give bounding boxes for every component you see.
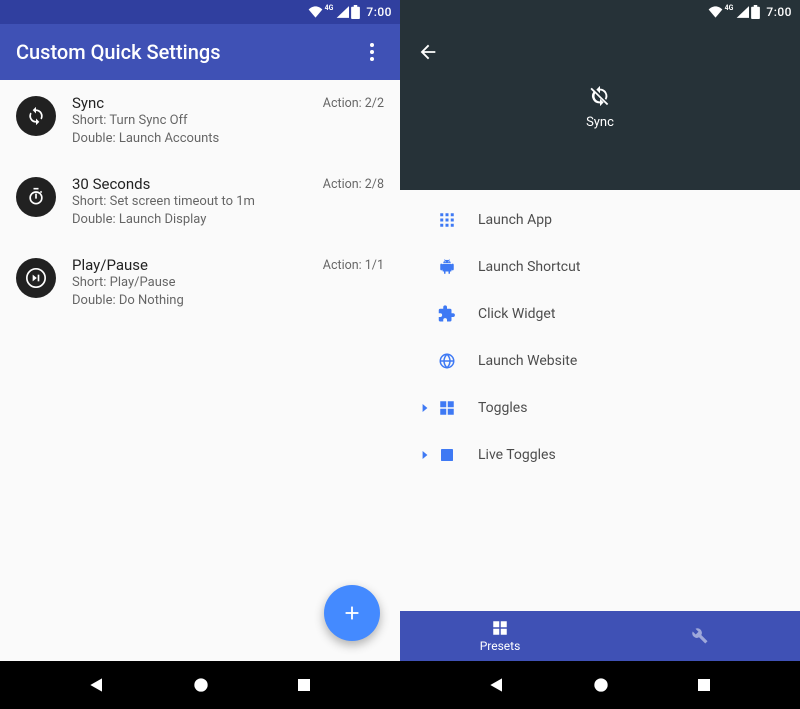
expand-icon (416, 451, 434, 459)
battery-icon (751, 5, 760, 19)
app-bar: Custom Quick Settings (0, 24, 400, 80)
status-bar: 4G 7:00 (0, 0, 400, 24)
tile-preview-label: Sync (586, 115, 614, 130)
expand-icon (416, 404, 434, 412)
nav-back-button[interactable] (487, 675, 507, 695)
tile-title: Play/Pause (72, 256, 315, 274)
tab-tools[interactable] (600, 611, 800, 661)
nav-home-button[interactable] (191, 675, 211, 695)
tile-short: Short: Turn Sync Off (72, 112, 315, 130)
play-pause-icon (16, 258, 56, 298)
action-label: Launch Website (478, 353, 577, 369)
overflow-menu-button[interactable] (356, 36, 388, 68)
tile-title: 30 Seconds (72, 175, 315, 193)
tab-presets[interactable]: Presets (400, 611, 600, 661)
network-type: 4G (325, 5, 334, 12)
screen-tile-list: 4G 7:00 Custom Quick Settings Sync (0, 0, 400, 709)
plus-icon (341, 602, 363, 624)
back-button[interactable] (412, 36, 444, 68)
sync-disabled-icon (589, 85, 611, 107)
film-icon (434, 446, 460, 464)
tile-preview-header: Sync (400, 24, 800, 190)
wifi-icon (708, 6, 723, 18)
action-category-list: Launch App Launch Shortcut Click Widget (400, 190, 800, 611)
navigation-bar (0, 661, 400, 709)
action-label: Launch App (478, 212, 552, 228)
battery-icon (351, 5, 360, 19)
extension-icon (434, 305, 460, 323)
status-clock: 7:00 (766, 5, 792, 19)
tile-action-count: Action: 1/1 (323, 258, 384, 273)
status-clock: 7:00 (366, 5, 392, 19)
globe-icon (434, 352, 460, 370)
sync-icon (16, 96, 56, 136)
tile-action-count: Action: 2/2 (323, 96, 384, 111)
tile-short: Short: Play/Pause (72, 274, 315, 292)
add-tile-fab[interactable] (324, 585, 380, 641)
action-launch-shortcut[interactable]: Launch Shortcut (400, 243, 800, 290)
bottom-tabs: Presets (400, 611, 800, 661)
status-bar: 4G 7:00 (400, 0, 800, 24)
app-title: Custom Quick Settings (16, 40, 356, 64)
more-vert-icon (370, 43, 374, 61)
tile-row[interactable]: 30 Seconds Short: Set screen timeout to … (0, 161, 400, 242)
tile-list: Sync Short: Turn Sync Off Double: Launch… (0, 80, 400, 661)
signal-icon (336, 6, 349, 18)
arrow-back-icon (417, 41, 439, 63)
action-toggles[interactable]: Toggles (400, 384, 800, 431)
nav-back-button[interactable] (87, 675, 107, 695)
tile-row[interactable]: Sync Short: Turn Sync Off Double: Launch… (0, 80, 400, 161)
nav-home-button[interactable] (591, 675, 611, 695)
nav-recents-button[interactable] (295, 676, 313, 694)
network-type: 4G (725, 5, 734, 12)
grid-icon (491, 619, 509, 637)
action-label: Live Toggles (478, 447, 556, 463)
grid-icon (434, 399, 460, 417)
action-label: Click Widget (478, 306, 555, 322)
action-live-toggles[interactable]: Live Toggles (400, 431, 800, 478)
tile-double: Double: Launch Display (72, 211, 315, 229)
action-click-widget[interactable]: Click Widget (400, 290, 800, 337)
navigation-bar (400, 661, 800, 709)
tile-row[interactable]: Play/Pause Short: Play/Pause Double: Do … (0, 242, 400, 323)
screen-action-picker: 4G 7:00 Sync (400, 0, 800, 709)
tile-action-count: Action: 2/8 (323, 177, 384, 192)
wrench-icon (691, 627, 709, 645)
apps-icon (434, 211, 460, 229)
tile-title: Sync (72, 94, 315, 112)
action-label: Launch Shortcut (478, 259, 580, 275)
tab-label: Presets (480, 639, 521, 653)
tile-double: Double: Launch Accounts (72, 130, 315, 148)
signal-icon (736, 6, 749, 18)
action-label: Toggles (478, 400, 527, 416)
action-launch-website[interactable]: Launch Website (400, 337, 800, 384)
nav-recents-button[interactable] (695, 676, 713, 694)
wifi-icon (308, 6, 323, 18)
action-launch-app[interactable]: Launch App (400, 196, 800, 243)
android-icon (434, 258, 460, 276)
tile-short: Short: Set screen timeout to 1m (72, 193, 315, 211)
timer-icon (16, 177, 56, 217)
tile-double: Double: Do Nothing (72, 292, 315, 310)
